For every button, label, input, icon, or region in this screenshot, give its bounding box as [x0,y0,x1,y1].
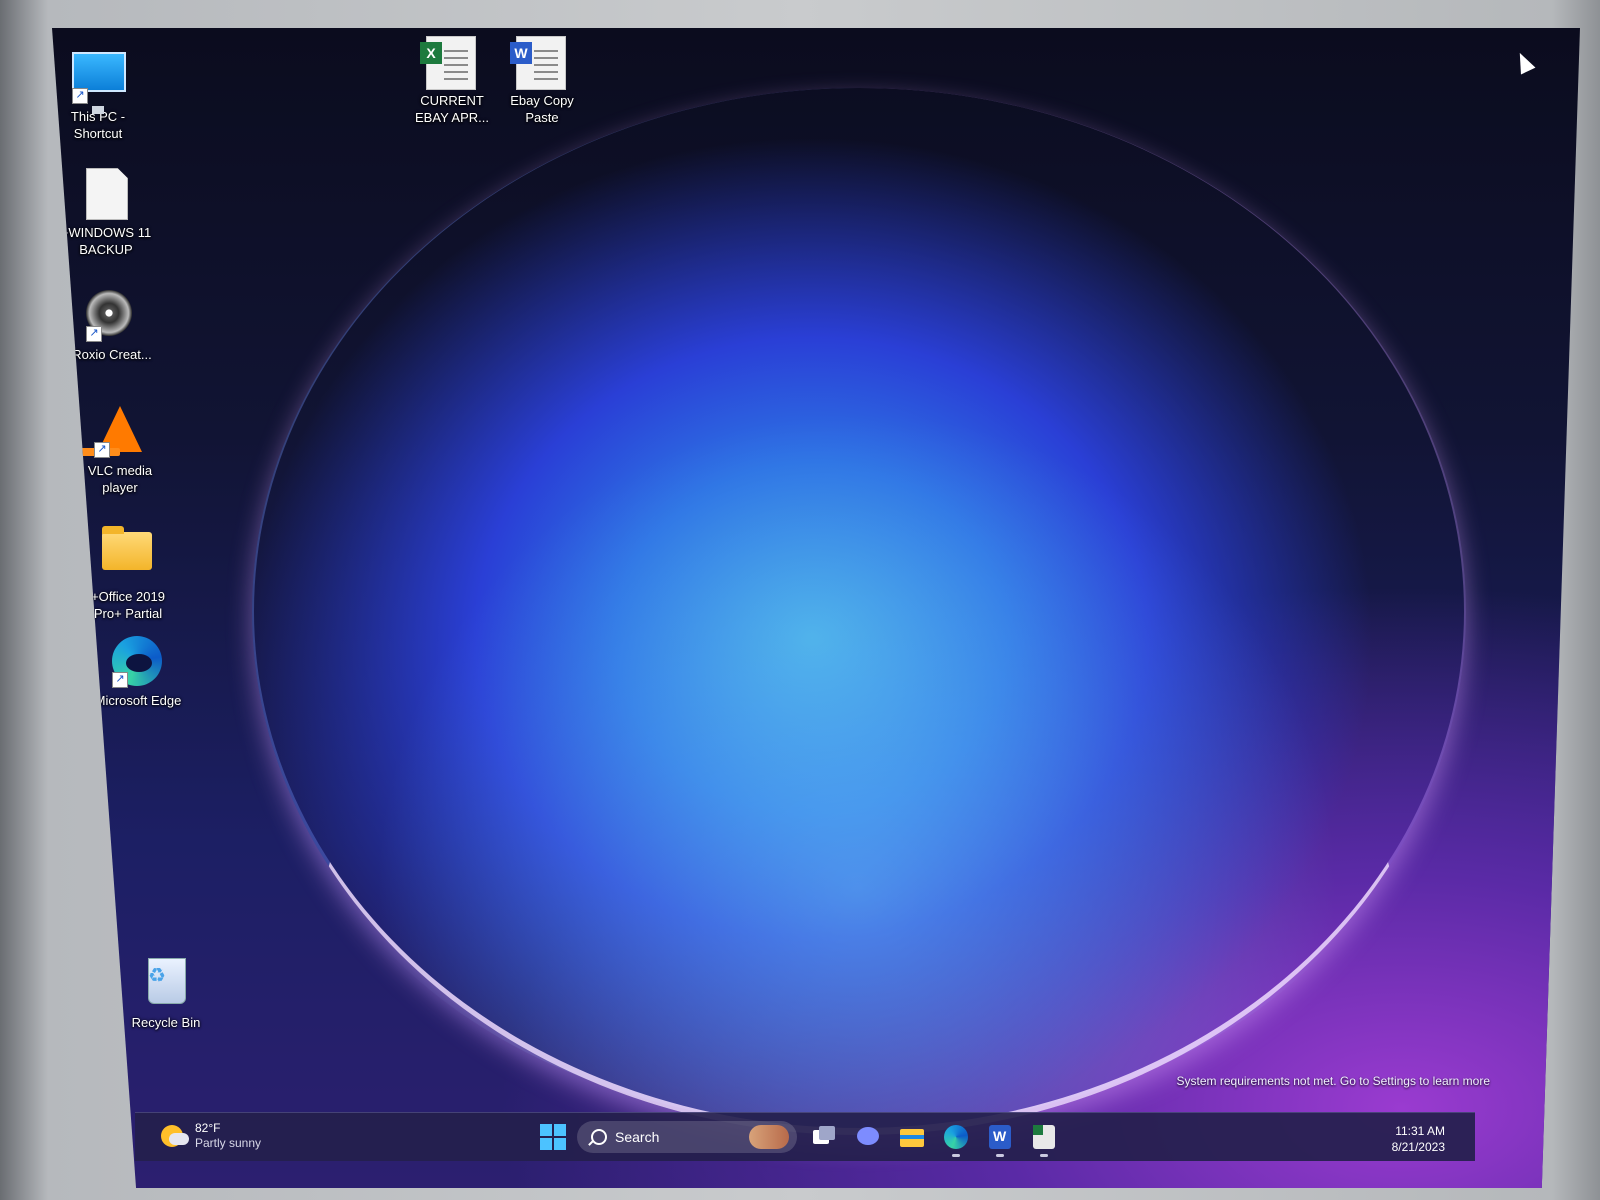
taskbar-apps: Search [539,1119,1061,1157]
shortcut-arrow-icon: ↗ [94,442,110,458]
disc-icon: ↗ [86,290,138,342]
file-explorer-icon[interactable] [895,1120,929,1154]
desktop-icon-recycle-bin[interactable]: Recycle Bin [120,958,212,1031]
system-clock[interactable]: 11:31 AM 8/21/2023 [1392,1123,1445,1155]
desktop-icon-microsoft-edge[interactable]: ↗ Microsoft Edge [92,636,184,709]
desktop-icon-label: Microsoft Edge [94,693,182,708]
word-file-icon: W [510,36,568,90]
monitor-icon: ↗ [72,52,126,104]
chat-icon[interactable] [851,1120,885,1154]
file-icon [80,168,132,220]
desktop-icon-label: +Office 2019 Pro+ Partial [91,589,165,621]
search-label: Search [615,1129,660,1145]
search-icon [591,1129,607,1145]
recycle-bin-icon [140,958,192,1010]
excel-file-icon: X [420,36,478,90]
start-icon[interactable] [539,1123,567,1151]
search-box[interactable]: Search [577,1121,797,1153]
vlc-cone-icon: ↗ [94,406,146,458]
running-indicator [952,1154,960,1157]
desktop-icon-office-2019[interactable]: +Office 2019 Pro+ Partial [82,522,174,622]
desktop-icon-label: +WINDOWS 11 BACKUP [60,225,152,257]
weather-temperature: 82°F [195,1121,221,1135]
desktop-icon-label: Ebay Copy Paste [510,93,574,125]
desktop-icon-this-pc[interactable]: ↗ This PC - Shortcut [52,46,144,142]
activation-watermark[interactable]: System requirements not met. Go to Setti… [1177,1074,1490,1088]
desktop-icon-ebay-copy-paste[interactable]: W Ebay Copy Paste [496,36,588,126]
word-icon[interactable] [983,1120,1017,1157]
shortcut-arrow-icon: ↗ [86,326,102,342]
shortcut-arrow-icon: ↗ [112,672,128,688]
edge-icon: ↗ [112,636,164,688]
wallpaper-planet-rim [252,88,1466,1135]
desktop-icon-label: Recycle Bin [131,1015,201,1030]
running-indicator [1040,1154,1048,1157]
weather-cloud-icon [169,1133,189,1145]
weather-widget[interactable]: 82°F Partly sunny [161,1121,261,1151]
shortcut-arrow-icon: ↗ [72,88,88,104]
desktop-icon-vlc[interactable]: ↗ VLC media player [74,406,166,496]
excel-icon[interactable] [1027,1120,1061,1157]
desktop-icon-label: CURRENT EBAY APR... [415,93,489,125]
folder-icon [102,532,154,584]
task-view-icon[interactable] [807,1120,841,1154]
edge-icon[interactable] [939,1120,973,1157]
clock-time: 11:31 AM [1395,1124,1445,1138]
desktop-screen: ↗ This PC - Shortcut +WINDOWS 11 BACKUP … [52,28,1580,1188]
desktop-icon-roxio[interactable]: ↗ Roxio Creat... [66,290,158,363]
desktop-icon-label: VLC media player [87,463,153,495]
running-indicator [996,1154,1004,1157]
desktop-icon-windows-11-backup[interactable]: +WINDOWS 11 BACKUP [60,168,152,258]
weather-condition: Partly sunny [195,1136,262,1150]
desktop-icon-label: Roxio Creat... [72,347,152,362]
clock-date: 8/21/2023 [1391,1140,1445,1154]
taskbar: 82°F Partly sunny Search 11:31 AM 8/21/2… [135,1112,1475,1161]
desktop-icon-current-ebay[interactable]: X CURRENT EBAY APR... [406,36,498,126]
search-highlight-icon [749,1125,789,1149]
